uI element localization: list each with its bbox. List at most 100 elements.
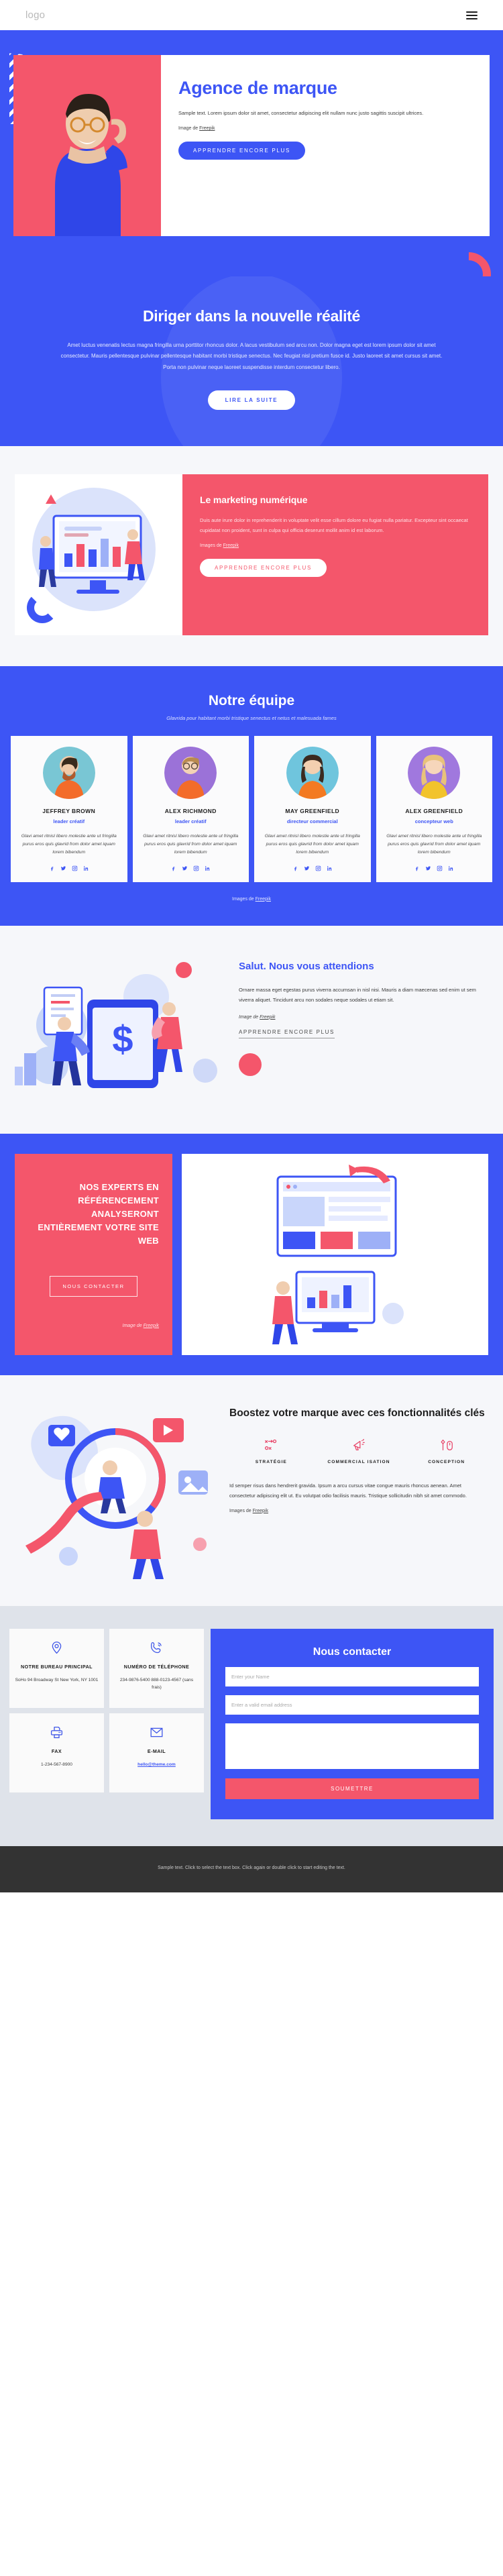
name-input[interactable] bbox=[225, 1666, 479, 1686]
marketing-title: Le marketing numérique bbox=[200, 494, 308, 506]
facebook-icon[interactable] bbox=[414, 865, 420, 871]
contact-form-title: Nous contacter bbox=[313, 1646, 392, 1658]
features-title: Boostez votre marque avec ces fonctionna… bbox=[229, 1407, 485, 1419]
megaphone-icon bbox=[317, 1436, 401, 1454]
fax-icon bbox=[15, 1724, 99, 1741]
avatar bbox=[286, 747, 339, 800]
avatar bbox=[42, 747, 95, 800]
member-role: leader créatif bbox=[53, 818, 85, 825]
member-name: ALEX GREENFIELD bbox=[405, 808, 463, 815]
email-link[interactable]: hello@theme.com bbox=[137, 1762, 176, 1767]
facebook-icon[interactable] bbox=[292, 865, 298, 871]
seo-image-credit: Image de Freepik bbox=[28, 1324, 159, 1328]
member-bio: Glavi amet ritnisl libero molestie ante … bbox=[21, 834, 117, 855]
salut-title: Salut. Nous vous attendions bbox=[239, 960, 374, 972]
member-role: directeur commercial bbox=[286, 818, 338, 825]
info-value: 1-234-567-8900 bbox=[41, 1762, 72, 1767]
credit-prefix: Images de bbox=[232, 896, 256, 902]
instagram-icon[interactable] bbox=[315, 865, 321, 871]
linkedin-icon[interactable] bbox=[83, 865, 89, 871]
salut-cta-link[interactable]: APPRENDRE ENCORE PLUS bbox=[239, 1029, 335, 1038]
instagram-icon[interactable] bbox=[193, 865, 199, 871]
team-section: Notre équipe Glavrida pour habitant morb… bbox=[0, 666, 503, 926]
member-socials bbox=[260, 865, 365, 871]
member-name: MAY GREENFIELD bbox=[285, 808, 340, 815]
phone-icon bbox=[115, 1640, 199, 1657]
member-bio: Glavi amet ritnisl libero molestie ante … bbox=[143, 834, 239, 855]
hero-card: Agence de marque Sample text. Lorem ipsu… bbox=[161, 55, 490, 236]
pink-dot-decoration bbox=[239, 1053, 262, 1076]
twitter-icon[interactable] bbox=[304, 865, 310, 871]
marketing-section: Le marketing numérique Duis aute irure d… bbox=[0, 446, 503, 667]
freepik-link[interactable]: Freepik bbox=[253, 1509, 268, 1513]
seo-illustration bbox=[182, 1153, 488, 1355]
site-header: logo bbox=[0, 0, 503, 30]
marketing-image-credit: Images de Freepik bbox=[200, 543, 471, 548]
contact-form-panel: Nous contacter SOUMETTRE bbox=[211, 1628, 494, 1819]
seo-section: NOS EXPERTS EN RÉFÉRENCEMENT ANALYSERONT… bbox=[0, 1133, 503, 1375]
freepik-link[interactable]: Freepik bbox=[223, 543, 239, 548]
freepik-link[interactable]: Freepik bbox=[144, 1324, 159, 1328]
team-member-card: ALEX GREENFIELD concepteur web Glavi ame… bbox=[376, 736, 492, 882]
lead-title: Diriger dans la nouvelle réalité bbox=[142, 307, 361, 325]
seo-cta-button[interactable]: NOUS CONTACTER bbox=[50, 1276, 137, 1297]
freepik-link[interactable]: Freepik bbox=[256, 897, 271, 902]
linkedin-icon[interactable] bbox=[448, 865, 454, 871]
hero-cta-button[interactable]: APPRENDRE ENCORE PLUS bbox=[178, 142, 306, 160]
info-title: E-MAIL bbox=[147, 1748, 166, 1754]
features-illustration bbox=[15, 1398, 223, 1579]
facebook-icon[interactable] bbox=[49, 865, 55, 871]
seo-card: NOS EXPERTS EN RÉFÉRENCEMENT ANALYSERONT… bbox=[15, 1153, 172, 1355]
info-value: SoHo 94 Broadway St New York, NY 1001 bbox=[15, 1677, 99, 1682]
hero-image-credit: Image de Freepik bbox=[178, 126, 472, 131]
lead-section: Diriger dans la nouvelle réalité Amet lu… bbox=[0, 276, 503, 447]
hamburger-icon[interactable] bbox=[466, 11, 478, 19]
instagram-icon[interactable] bbox=[437, 865, 443, 871]
contact-info-card: NOTRE BUREAU PRINCIPAL SoHo 94 Broadway … bbox=[9, 1628, 104, 1708]
member-role: concepteur web bbox=[414, 818, 453, 825]
freepik-link[interactable]: Freepik bbox=[260, 1015, 275, 1020]
member-bio: Glavi amet ritnisl libero molestie ante … bbox=[386, 834, 482, 855]
strategy-icon bbox=[229, 1436, 313, 1454]
team-member-card: ALEX RICHMOND leader créatif Glavi amet … bbox=[132, 736, 249, 882]
twitter-icon[interactable] bbox=[60, 865, 66, 871]
team-grid: JEFFREY BROWN leader créatif Glavi amet … bbox=[11, 736, 492, 882]
credit-prefix: Image de bbox=[178, 126, 200, 131]
submit-button[interactable]: SOUMETTRE bbox=[225, 1778, 479, 1799]
info-value: 234-9876-5400 888-0123-4567 (sans frais) bbox=[119, 1677, 194, 1690]
salut-image-credit: Image de Freepik bbox=[239, 1015, 488, 1020]
landing-page: logo Agence de marque Sample text. Lorem… bbox=[0, 0, 503, 1893]
map-pin-icon bbox=[15, 1640, 99, 1657]
info-title: NUMÉRO DE TÉLÉPHONE bbox=[123, 1663, 190, 1670]
site-footer: Sample text. Click to select the text bo… bbox=[0, 1845, 503, 1893]
feature-label: CONCEPTION bbox=[428, 1459, 465, 1464]
feature-label: STRATÉGIE bbox=[255, 1459, 287, 1464]
marketing-cta-button[interactable]: APPRENDRE ENCORE PLUS bbox=[200, 559, 327, 578]
instagram-icon[interactable] bbox=[72, 865, 78, 871]
logo[interactable]: logo bbox=[25, 9, 45, 21]
hero-section: Agence de marque Sample text. Lorem ipsu… bbox=[0, 30, 503, 306]
salut-text: Salut. Nous vous attendions Ornare massa… bbox=[239, 953, 488, 1076]
freepik-link[interactable]: Freepik bbox=[199, 126, 215, 131]
linkedin-icon[interactable] bbox=[327, 865, 333, 871]
lead-cta-button[interactable]: LIRE LA SUITE bbox=[207, 390, 296, 411]
facebook-icon[interactable] bbox=[170, 865, 176, 871]
credit-prefix: Images de bbox=[229, 1508, 253, 1513]
member-socials bbox=[382, 865, 487, 871]
twitter-icon[interactable] bbox=[425, 865, 431, 871]
linkedin-icon[interactable] bbox=[205, 865, 211, 871]
member-socials bbox=[139, 865, 243, 871]
contact-info-card: NUMÉRO DE TÉLÉPHONE 234-9876-5400 888-01… bbox=[109, 1628, 204, 1708]
seo-title: NOS EXPERTS EN RÉFÉRENCEMENT ANALYSERONT… bbox=[38, 1181, 159, 1246]
feature-item: CONCEPTION bbox=[404, 1436, 488, 1466]
email-input[interactable] bbox=[225, 1695, 479, 1715]
credit-prefix: Image de bbox=[239, 1014, 260, 1020]
team-tagline: Glavrida pour habitant morbi tristique s… bbox=[166, 715, 337, 722]
twitter-icon[interactable] bbox=[182, 865, 188, 871]
contact-info-grid: NOTRE BUREAU PRINCIPAL SoHo 94 Broadway … bbox=[9, 1628, 204, 1792]
marketing-illustration bbox=[15, 474, 182, 636]
salut-illustration: $ bbox=[15, 953, 236, 1107]
feature-label: COMMERCIAL ISATION bbox=[327, 1459, 390, 1464]
avatar bbox=[408, 747, 461, 800]
message-textarea[interactable] bbox=[225, 1723, 479, 1769]
